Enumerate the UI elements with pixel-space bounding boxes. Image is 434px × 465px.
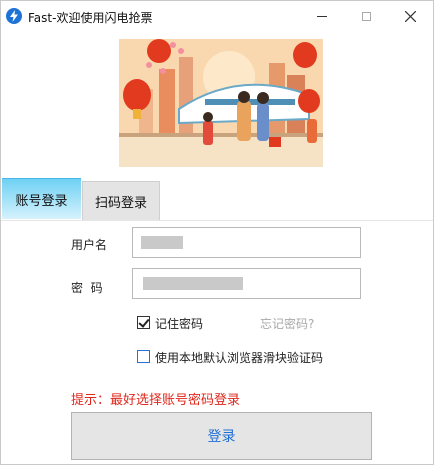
password-input[interactable] — [132, 268, 361, 299]
forgot-password-link[interactable]: 忘记密码? — [260, 315, 314, 332]
browser-slider-verify-checkbox[interactable] — [137, 350, 150, 363]
username-label: 用户名 — [71, 238, 108, 252]
maximize-icon[interactable] — [344, 1, 389, 31]
username-input[interactable] — [132, 227, 361, 258]
password-label: 密 码 — [71, 281, 103, 295]
title-bar[interactable]: Fast-欢迎使用闪电抢票 — [1, 1, 433, 31]
window-title: Fast-欢迎使用闪电抢票 — [28, 11, 153, 25]
tab-divider — [1, 220, 433, 221]
remember-password-label: 记住密码 — [155, 317, 204, 331]
tab-account-login[interactable]: 账号登录 — [2, 178, 81, 219]
lightning-icon — [6, 8, 22, 24]
close-icon[interactable] — [388, 1, 433, 31]
browser-slider-verify-label: 使用本地默认浏览器滑块验证码 — [155, 351, 324, 365]
remember-password-checkbox[interactable] — [137, 316, 150, 329]
login-tabs: 账号登录 扫码登录 — [1, 178, 433, 220]
username-value-redacted — [141, 236, 183, 249]
tab-qr-login[interactable]: 扫码登录 — [82, 181, 160, 220]
banner-illustration — [119, 39, 323, 167]
password-value-redacted — [143, 277, 243, 290]
app-window: Fast-欢迎使用闪电抢票 账号登录 扫码登录 用户名 密 码 记住密码 忘记密… — [0, 0, 434, 465]
minimize-icon[interactable] — [299, 1, 344, 31]
login-hint: 提示：最好选择账号密码登录 — [71, 393, 241, 408]
login-button[interactable]: 登录 — [71, 412, 372, 460]
